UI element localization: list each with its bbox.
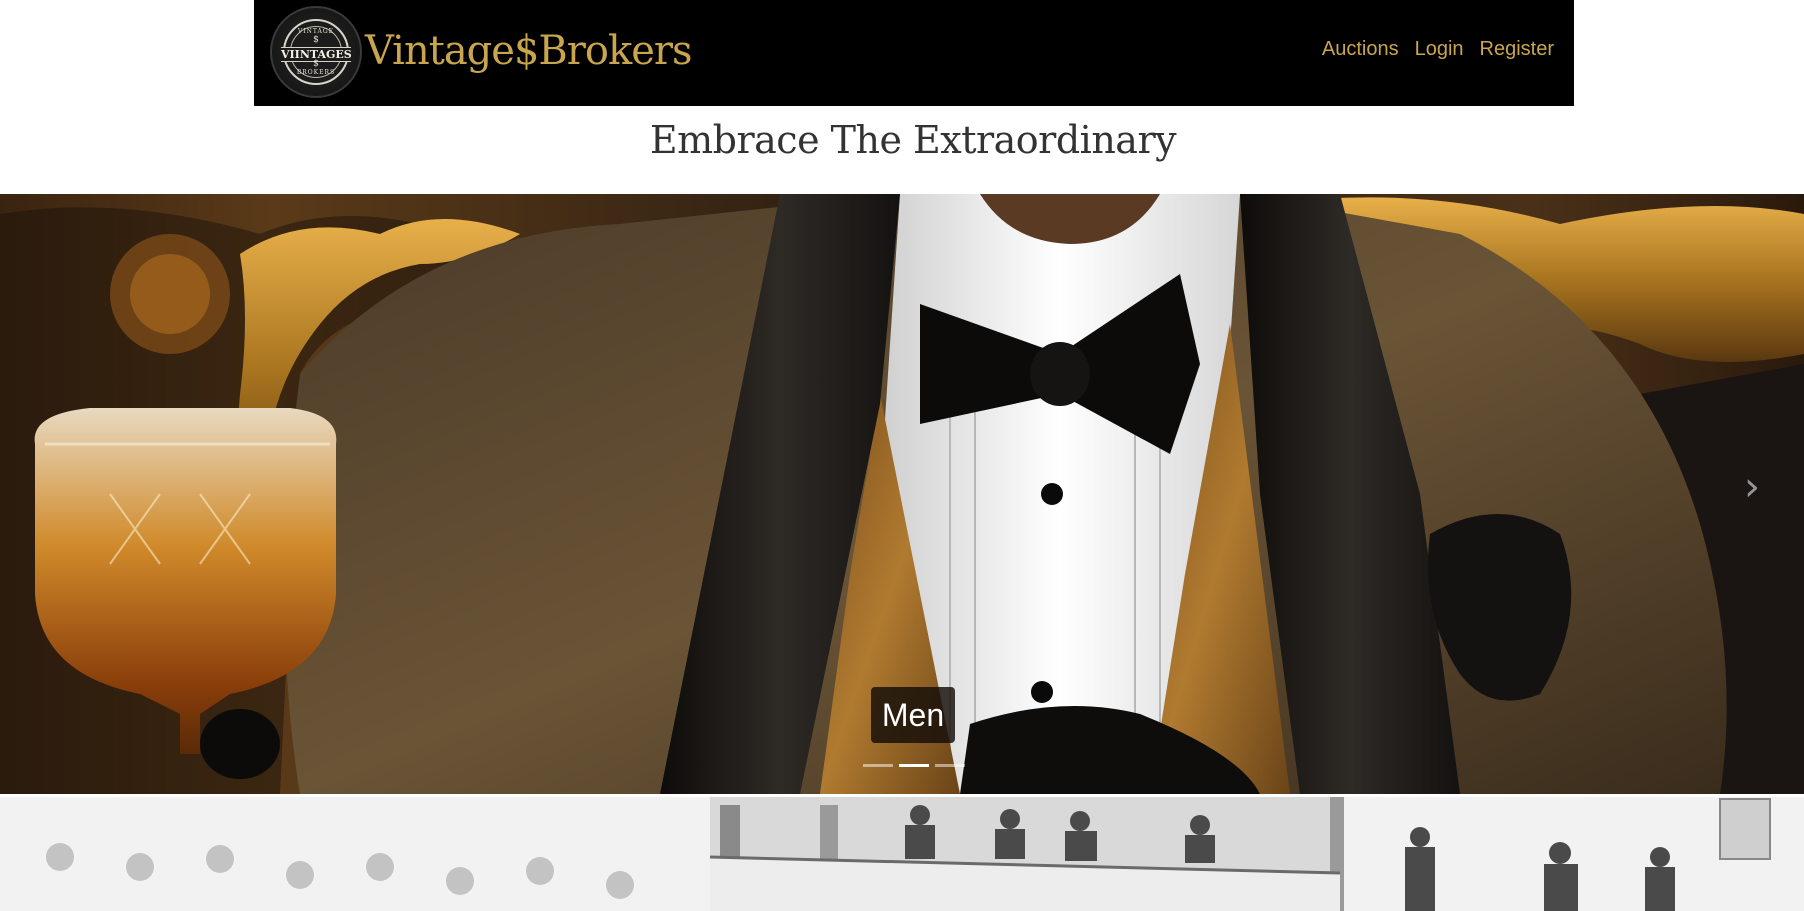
nav-link-auctions[interactable]: Auctions [1322, 38, 1399, 61]
auction-crowd-illustration [0, 797, 1804, 911]
hero-carousel[interactable]: Men › [0, 194, 1804, 794]
logo-arc-bottom-text: BROKERS [296, 69, 336, 76]
site-logo[interactable]: VINTAGE $ VIINTAGES $ BROKERS [270, 6, 362, 98]
brand-name-link[interactable]: Vintage$Brokers [365, 22, 693, 80]
navbar: VINTAGE $ VIINTAGES $ BROKERS Vintage$Br… [254, 0, 1574, 106]
nav-link-register[interactable]: Register [1480, 38, 1554, 61]
logo-arc-top-text: VINTAGE [297, 28, 335, 35]
carousel-caption: Men [871, 687, 955, 743]
carousel-indicator-3[interactable] [935, 764, 965, 767]
logo-dollar-bottom: $ [313, 59, 319, 69]
page-headline: Embrace The Extraordinary [649, 118, 1177, 162]
carousel-indicators [863, 764, 965, 767]
nav-link-login[interactable]: Login [1415, 38, 1464, 61]
carousel-indicator-1[interactable] [863, 764, 893, 767]
carousel-indicator-2[interactable] [899, 764, 929, 767]
auction-banner-image [0, 797, 1804, 911]
chevron-right-icon[interactable]: › [1744, 464, 1760, 510]
logo-dollar-top: $ [313, 35, 319, 45]
logo-emblem-icon: VINTAGE $ VIINTAGES $ BROKERS [281, 19, 352, 85]
main-nav: Auctions Login Register [1322, 38, 1554, 61]
